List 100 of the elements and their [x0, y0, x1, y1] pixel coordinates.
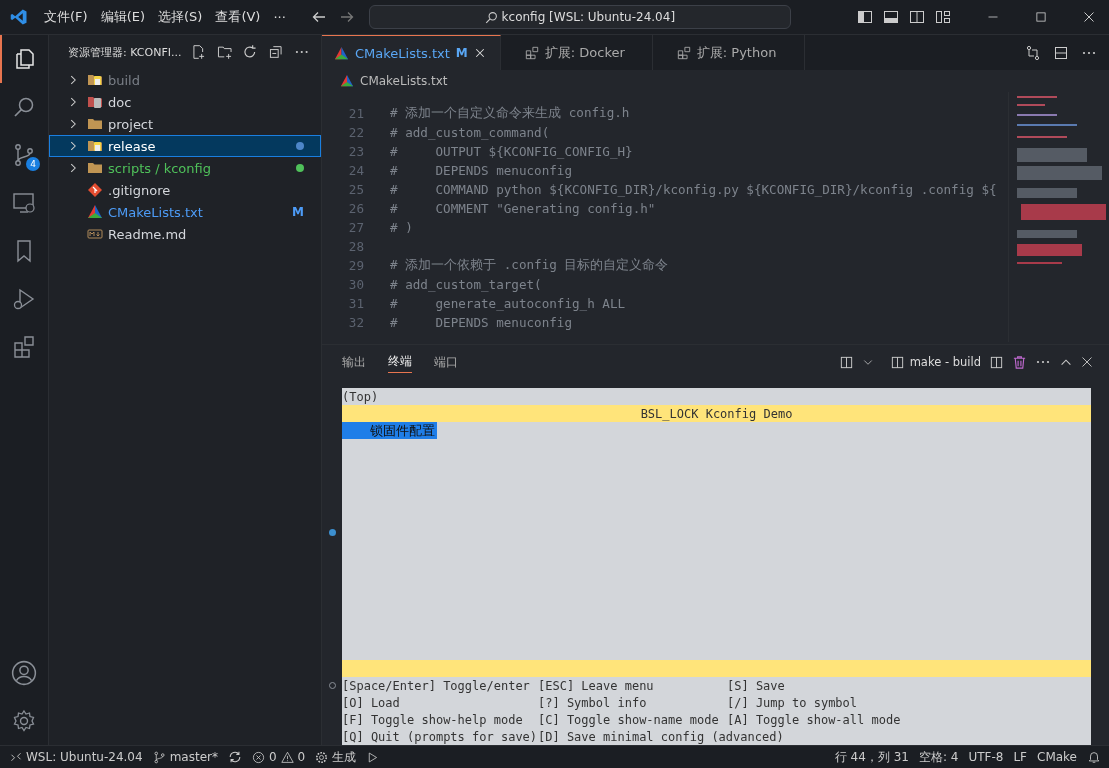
menu-item[interactable]: 文件(F) [44, 8, 88, 26]
status-item[interactable]: LF [1013, 750, 1027, 764]
forward-arrow-icon[interactable] [338, 9, 355, 25]
line-number: 28 [347, 239, 364, 254]
key-help-text: [Space/Enter] Toggle/enter [342, 678, 531, 693]
customize-layout-icon[interactable] [935, 9, 951, 25]
line-number: 24 [347, 163, 364, 178]
menu-item[interactable]: 查看(V) [215, 8, 261, 26]
code-comment: # add_custom_command( [390, 125, 550, 140]
status-item[interactable]: UTF-8 [968, 750, 1004, 764]
panel-tab[interactable]: 终端 [388, 351, 412, 373]
collapse-all-icon[interactable] [268, 44, 284, 60]
search-icon [12, 95, 36, 119]
breadcrumb-item[interactable]: CMakeLists.txt [360, 74, 448, 88]
branch-indicator[interactable]: master* [152, 750, 218, 764]
line-number: 29 [347, 258, 364, 273]
split-editor-icon[interactable] [1053, 44, 1069, 61]
code-comment: # generate_autoconfig_h ALL [390, 296, 626, 311]
problems-indicator[interactable]: 0 0 [251, 750, 306, 764]
sync-icon[interactable] [227, 750, 242, 764]
terminal-selector[interactable]: make - build [889, 354, 981, 370]
key-help-text: [F] Toggle show-help mode [342, 712, 524, 727]
panel-tab[interactable]: 端口 [434, 351, 458, 373]
command-center-search[interactable]: kconfig [WSL: Ubuntu-24.04] [368, 5, 791, 29]
folder-icon [87, 160, 103, 176]
monitor-icon [12, 191, 36, 215]
split-terminal-icon[interactable] [989, 354, 1004, 370]
folder-icon [87, 138, 103, 154]
split-layout-icon [889, 354, 905, 370]
play-icon[interactable] [366, 750, 380, 764]
panel-tab[interactable]: 输出 [342, 351, 366, 373]
menu-item[interactable]: 编辑(E) [100, 8, 145, 26]
file-name: Readme.md [108, 226, 187, 242]
close-icon[interactable] [1083, 11, 1095, 23]
toggle-sidebar-icon[interactable] [857, 9, 873, 25]
file-tree-item[interactable]: scripts / kconfig [49, 157, 321, 179]
file-name: build [108, 72, 140, 88]
key-help-text: [/] Jump to symbol [727, 695, 858, 710]
file-tree-item[interactable]: release [49, 135, 321, 157]
code-comment: # COMMAND python ${KCONFIG_DIR}/kconfig.py ${KCONFIG_DIR}/kconfig .config ${ [390, 182, 997, 197]
key-help-text: [C] Toggle show-name mode [538, 712, 720, 727]
bell-icon[interactable] [1087, 750, 1101, 764]
close-icon[interactable] [473, 47, 486, 59]
activity-bar-item[interactable]: 4 [0, 131, 48, 179]
line-number: 21 [347, 106, 364, 121]
file-tree-item[interactable]: project [49, 113, 321, 135]
branch-icon [12, 143, 36, 167]
remote-icon [10, 751, 22, 763]
new-file-icon[interactable] [191, 44, 207, 60]
status-item[interactable]: 空格: 4 [918, 748, 959, 766]
file-name: CMakeLists.txt [108, 204, 203, 220]
line-number: 27 [347, 220, 364, 235]
line-number: 23 [347, 144, 364, 159]
vscode-logo-icon [10, 8, 28, 26]
count-badge: 4 [26, 157, 40, 171]
editor-tab[interactable]: 扩展: Python [664, 35, 805, 70]
key-help-text: [?] Symbol info [538, 695, 648, 710]
file-tree-item[interactable]: CMakeLists.txt M [49, 201, 321, 223]
error-icon [251, 750, 265, 764]
line-number: 31 [347, 296, 364, 311]
back-arrow-icon[interactable] [310, 9, 327, 25]
line-number: 22 [347, 125, 364, 140]
account-icon [11, 660, 37, 686]
code-comment: # COMMENT "Generating config.h" [390, 201, 656, 216]
remote-indicator[interactable]: WSL: Ubuntu-24.04 [10, 750, 143, 764]
code-comment: # OUTPUT ${KCONFIG_CONFIG_H} [390, 144, 633, 159]
file-tree-item[interactable]: .gitignore [49, 179, 321, 201]
file-tree-item[interactable]: doc [49, 91, 321, 113]
toggle-panel-icon[interactable] [883, 9, 899, 25]
git-status-letter: M [292, 205, 304, 219]
folder-icon [87, 116, 103, 132]
split-layout-icon[interactable] [909, 9, 925, 25]
status-item[interactable]: 行 44，列 31 [834, 748, 909, 766]
file-name: release [108, 138, 156, 154]
status-item[interactable]: CMake [1037, 750, 1077, 764]
close-icon[interactable] [1081, 356, 1093, 368]
line-number: 32 [347, 315, 364, 330]
file-tree-item[interactable]: build [49, 69, 321, 91]
new-folder-icon[interactable] [216, 44, 233, 60]
key-help-text: [Q] Quit (prompts for save) [342, 729, 538, 744]
extensions-icon [12, 335, 36, 359]
editor-tab[interactable]: 扩展: Docker [512, 35, 653, 70]
settings-icon [12, 709, 36, 733]
triangle-icon [340, 74, 354, 88]
build-button[interactable]: 生成 [315, 748, 357, 766]
compare-changes-icon[interactable] [1025, 44, 1041, 61]
menu-item[interactable]: ··· [273, 9, 286, 25]
editor-tab[interactable]: CMakeLists.txt M [322, 35, 501, 70]
explorer-title: 资源管理器: KCONFI... [68, 44, 182, 60]
file-name: scripts / kconfig [108, 160, 211, 176]
split-layout-icon[interactable] [838, 354, 854, 370]
file-tree-item[interactable]: Readme.md [49, 223, 321, 245]
file-name: project [108, 116, 154, 132]
file-name: .gitignore [108, 182, 171, 198]
menu-entry[interactable]: 锁固件配置 [342, 422, 437, 439]
refresh-icon[interactable] [242, 44, 258, 60]
code-comment: # DEPENDS menuconfig [390, 315, 572, 330]
maximize-icon[interactable] [1035, 11, 1047, 23]
trash-icon[interactable] [1012, 354, 1027, 370]
menu-item[interactable]: 选择(S) [158, 8, 203, 26]
